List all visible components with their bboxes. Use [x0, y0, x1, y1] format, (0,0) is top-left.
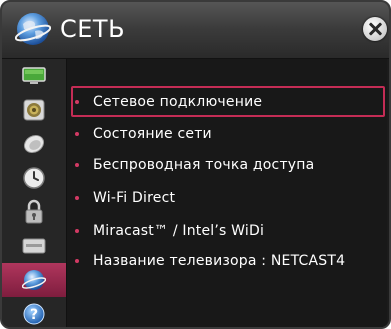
menu-item-label: Сетевое подключение [93, 93, 263, 110]
menu-item-wifi-direct[interactable]: Wi-Fi Direct [71, 182, 385, 213]
dialog-header: СЕТЬ [2, 2, 389, 59]
clock-icon [23, 167, 45, 189]
sidebar-item-network[interactable] [2, 263, 66, 297]
help-icon: ? [23, 303, 45, 325]
sidebar: ? [2, 59, 67, 327]
bullet-icon [75, 131, 79, 136]
sidebar-item-options[interactable] [2, 229, 66, 263]
menu-item-tv-name[interactable]: Название телевизора : NETCAST4 [71, 245, 385, 276]
menu-item-wireless-access-point[interactable]: Беспроводная точка доступа [71, 149, 385, 180]
bullet-icon [75, 99, 79, 104]
menu-item-label: Название телевизора : NETCAST4 [93, 252, 346, 269]
lock-icon [25, 199, 43, 224]
satellite-dish-icon [23, 134, 45, 154]
page-title: СЕТЬ [60, 15, 126, 43]
sidebar-item-time[interactable] [2, 161, 66, 195]
sidebar-item-audio[interactable] [2, 93, 66, 127]
sidebar-item-lock[interactable] [2, 195, 66, 229]
network-settings-dialog: СЕТЬ ? Сетевое подключение Состояние сет… [0, 0, 391, 329]
menu-item-label: Беспроводная точка доступа [93, 156, 315, 173]
close-button[interactable] [363, 17, 387, 41]
menu-item-network-connection[interactable]: Сетевое подключение [71, 86, 385, 117]
menu-item-miracast[interactable]: Miracast™ / Intel’s WiDi [71, 215, 385, 246]
audio-speaker-icon [23, 99, 45, 121]
bullet-icon [75, 258, 79, 263]
menu-item-label: Состояние сети [93, 125, 212, 142]
svg-text:?: ? [30, 307, 38, 323]
menu-item-label: Miracast™ / Intel’s WiDi [93, 222, 265, 239]
picture-monitor-icon [22, 67, 46, 84]
bullet-icon [75, 162, 79, 167]
network-globe-icon [15, 13, 51, 45]
sidebar-item-help[interactable]: ? [2, 297, 66, 327]
menu-item-network-status[interactable]: Состояние сети [71, 118, 385, 149]
bullet-icon [75, 195, 79, 200]
bullet-icon [75, 228, 79, 233]
network-globe-icon [22, 270, 46, 290]
menu-panel: Сетевое подключение Состояние сети Беспр… [67, 59, 387, 327]
sidebar-item-channels[interactable] [2, 127, 66, 161]
sidebar-item-picture[interactable] [2, 59, 66, 93]
menu-item-label: Wi-Fi Direct [93, 189, 176, 206]
options-box-icon [22, 238, 46, 254]
